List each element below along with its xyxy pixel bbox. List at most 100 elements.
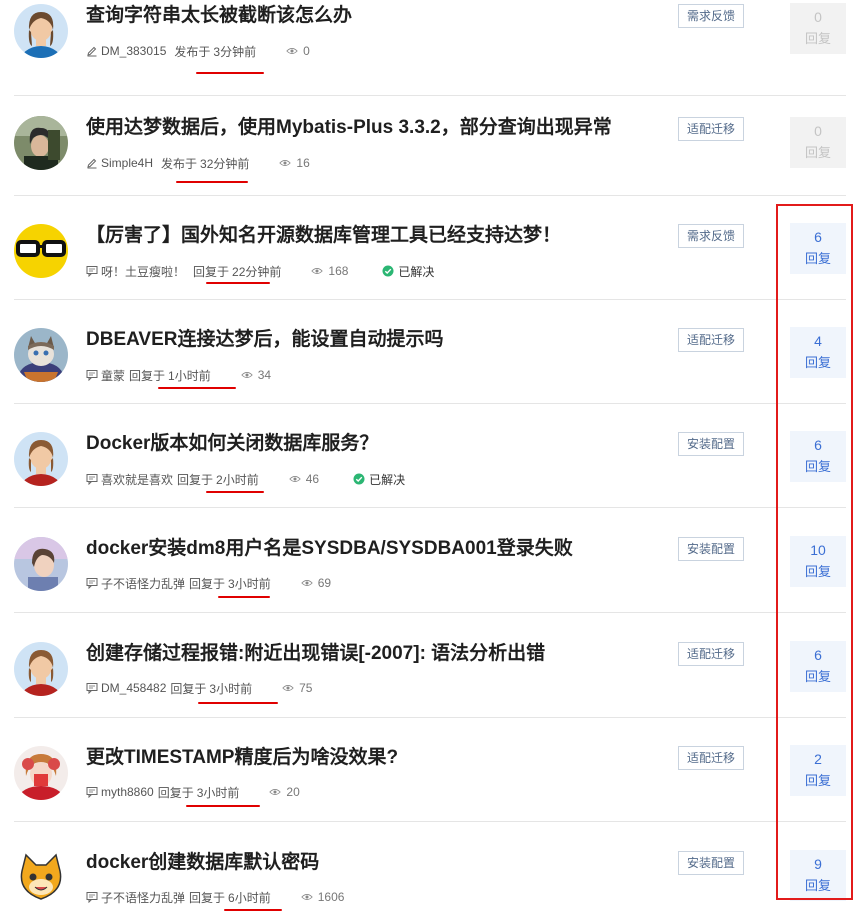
post-title-link[interactable]: 【厉害了】国外知名开源数据库管理工具已经支持达梦！	[86, 222, 561, 250]
comment-icon	[86, 265, 98, 277]
post-meta: Simple4H 发布于 32分钟前 16	[86, 154, 344, 172]
solved-badge: 已解决	[353, 471, 405, 488]
post-title-link[interactable]: 使用达梦数据后，使用Mybatis-Plus 3.3.2，部分查询出现异常	[86, 114, 612, 142]
reply-count[interactable]: 0 回复	[790, 3, 846, 54]
reply-count-value: 0	[814, 9, 822, 25]
view-count-value: 34	[257, 368, 272, 382]
view-count-value: 46	[305, 472, 320, 486]
post-action: 回复于	[177, 472, 214, 487]
category-tag[interactable]: 适配迁移	[678, 117, 745, 141]
avatar[interactable]	[14, 224, 68, 278]
category-tag[interactable]: 安装配置	[678, 851, 745, 875]
category-tag[interactable]: 适配迁移	[678, 328, 745, 352]
list-item: docker创建数据库默认密码 子不语怪力乱弹 回复于 6小时前 1606 安装…	[14, 823, 846, 913]
list-item: 【厉害了】国外知名开源数据库管理工具已经支持达梦！ 呀！土豆瘦啦！ 回复于 22…	[14, 196, 846, 300]
reply-label: 回复	[804, 145, 831, 160]
post-time: 1小时前	[168, 368, 211, 383]
avatar[interactable]	[14, 537, 68, 591]
post-time: 3小时前	[196, 785, 240, 800]
eye-icon	[300, 891, 315, 903]
pencil-icon	[86, 45, 98, 57]
pencil-icon	[86, 157, 98, 169]
comment-icon	[86, 369, 98, 381]
category-tag[interactable]: 安装配置	[678, 537, 745, 561]
category-tag[interactable]: 安装配置	[678, 432, 745, 456]
avatar[interactable]	[14, 851, 68, 905]
post-title-link[interactable]: 更改TIMESTAMP精度后为啥没效果?	[86, 744, 398, 772]
comment-icon	[86, 473, 98, 485]
author-link[interactable]: 子不语怪力乱弹	[101, 575, 185, 592]
author-link[interactable]: DM_458482	[101, 681, 166, 695]
category-tag[interactable]: 需求反馈	[678, 4, 745, 28]
post-action: 回复于	[129, 368, 166, 383]
post-title-link[interactable]: docker安装dm8用户名是SYSDBA/SYSDBA001登录失败	[86, 535, 573, 563]
view-count-value: 1606	[317, 890, 345, 904]
annotation-underline	[158, 387, 236, 389]
solved-badge: 已解决	[382, 263, 434, 280]
avatar[interactable]	[14, 642, 68, 696]
view-count: 75	[282, 681, 312, 695]
post-meta: 喜欢就是喜欢 回复于 2小时前 46 已解决	[86, 470, 405, 488]
author-link[interactable]: 呀！土豆瘦啦！	[101, 263, 185, 280]
post-action: 发布于	[174, 44, 211, 59]
annotation-underline	[218, 596, 270, 598]
author-link[interactable]: 童蒙	[101, 367, 125, 384]
post-action: 回复于	[170, 681, 207, 696]
list-item: 创建存储过程报错:附近出现错误[-2007]: 语法分析出错 DM_458482…	[14, 614, 846, 718]
category-tag[interactable]: 适配迁移	[678, 746, 745, 770]
author-link[interactable]: 喜欢就是喜欢	[101, 471, 173, 488]
view-count: 1606	[300, 890, 345, 904]
post-action: 回复于	[189, 576, 226, 591]
view-count-value: 0	[303, 44, 310, 58]
post-time: 2小时前	[216, 472, 259, 487]
view-count: 20	[269, 785, 300, 799]
post-action: 回复于	[193, 264, 230, 279]
post-title-link[interactable]: DBEAVER连接达梦后，能设置自动提示吗	[86, 326, 444, 354]
view-count-value: 20	[286, 785, 300, 799]
post-title-link[interactable]: 创建存储过程报错:附近出现错误[-2007]: 语法分析出错	[86, 640, 545, 668]
annotation-box	[776, 204, 853, 900]
author-link[interactable]: Simple4H	[101, 156, 153, 170]
list-item: 使用达梦数据后，使用Mybatis-Plus 3.3.2，部分查询出现异常 Si…	[14, 92, 846, 196]
author-link[interactable]: myth8860	[101, 785, 154, 799]
view-count: 34	[240, 368, 272, 382]
eye-icon	[286, 45, 300, 57]
post-title-link[interactable]: docker创建数据库默认密码	[86, 849, 319, 877]
view-count-value: 75	[299, 681, 313, 695]
author-link[interactable]: 子不语怪力乱弹	[101, 889, 185, 906]
author-link[interactable]: DM_383015	[101, 44, 166, 58]
avatar[interactable]	[14, 746, 68, 800]
avatar[interactable]	[14, 4, 68, 58]
list-item: 查询字符串太长被截断该怎么办 DM_383015 发布于 3分钟前 0 需求反馈…	[14, 0, 846, 96]
post-meta: DM_458482 回复于 3小时前 75	[86, 679, 346, 697]
post-time: 3小时前	[228, 576, 271, 591]
post-meta: 子不语怪力乱弹 回复于 6小时前 1606	[86, 888, 378, 906]
check-circle-icon	[382, 265, 394, 277]
eye-icon	[279, 157, 293, 169]
comment-icon	[86, 891, 98, 903]
annotation-underline	[196, 72, 264, 74]
eye-icon	[269, 786, 283, 798]
avatar[interactable]	[14, 116, 68, 170]
post-time: 22分钟前	[232, 264, 282, 279]
reply-count[interactable]: 0 回复	[790, 117, 846, 168]
solved-label: 已解决	[369, 472, 406, 487]
view-count: 46	[288, 472, 320, 486]
avatar[interactable]	[14, 432, 68, 486]
view-count-value: 69	[317, 576, 332, 590]
category-tag[interactable]: 适配迁移	[678, 642, 745, 666]
post-title-link[interactable]: Docker版本如何关闭数据库服务？	[86, 430, 378, 458]
comment-icon	[86, 682, 98, 694]
category-tag[interactable]: 需求反馈	[678, 224, 745, 248]
view-count: 16	[279, 156, 310, 170]
post-time: 3小时前	[209, 681, 253, 696]
view-count: 69	[300, 576, 332, 590]
post-title-link[interactable]: 查询字符串太长被截断该怎么办	[86, 2, 352, 30]
eye-icon	[240, 369, 255, 381]
annotation-underline	[176, 181, 248, 183]
avatar[interactable]	[14, 328, 68, 382]
annotation-underline	[186, 805, 260, 807]
view-count: 0	[286, 44, 310, 58]
post-time: 32分钟前	[200, 156, 250, 171]
reply-label: 回复	[804, 31, 831, 46]
